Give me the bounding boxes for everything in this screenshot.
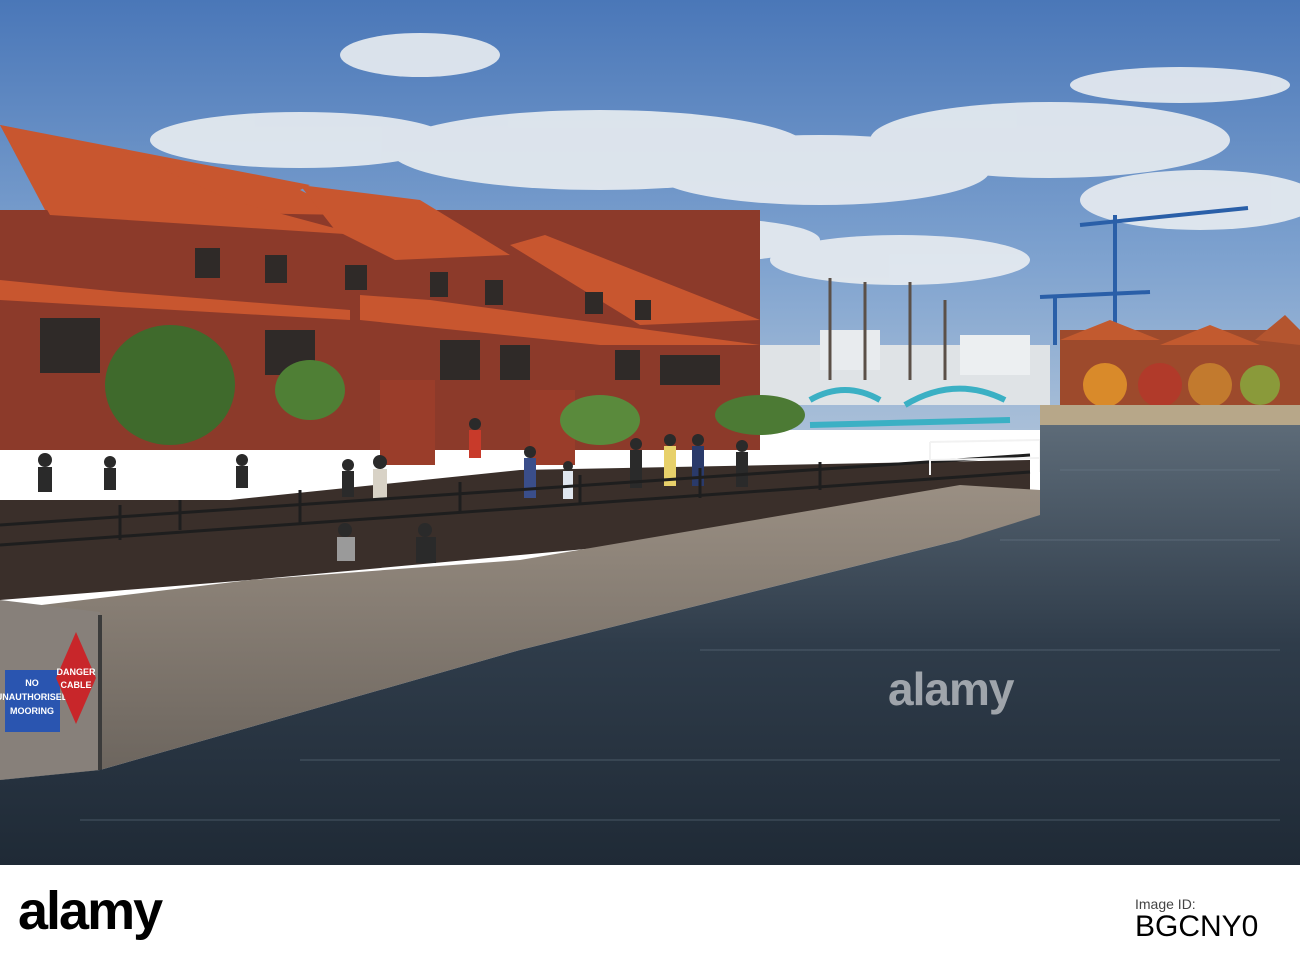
- svg-text:CABLE: CABLE: [61, 680, 92, 690]
- svg-text:DANGER: DANGER: [56, 667, 96, 677]
- harbour-scene: NO UNAUTHORISED MOORING DANGER CABLE: [0, 0, 1300, 865]
- svg-text:UNAUTHORISED: UNAUTHORISED: [0, 692, 69, 702]
- far-bank-houses: [1040, 315, 1300, 425]
- svg-text:NO: NO: [25, 678, 39, 688]
- footer-bar: [0, 865, 1300, 955]
- brand-logo: alamy: [18, 881, 163, 941]
- svg-text:MOORING: MOORING: [10, 706, 54, 716]
- image-id: BGCNY0: [1135, 910, 1259, 943]
- harbour-photo: NO UNAUTHORISED MOORING DANGER CABLE ala…: [0, 0, 1300, 865]
